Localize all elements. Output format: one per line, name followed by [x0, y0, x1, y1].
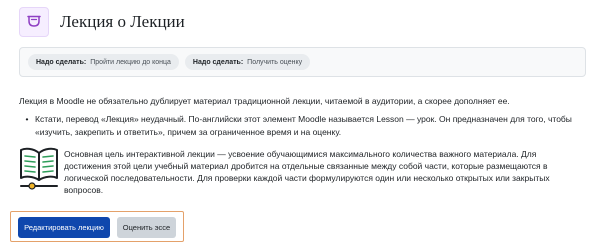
bullet-text: Кстати, перевод «Лекция» неудачный. По-а… — [35, 114, 572, 137]
intro-text: Лекция в Moodle не обязательно дублирует… — [19, 96, 510, 106]
completion-requirement: Получить оценку — [247, 58, 303, 66]
completion-label: Надо сделать: — [192, 58, 244, 66]
grade-essays-button[interactable]: Оценить эссе — [117, 217, 176, 238]
list-item: • Кстати, перевод «Лекция» неудачный. По… — [19, 113, 579, 138]
lesson-icon — [19, 7, 49, 37]
page-title: Лекция о Лекции — [60, 12, 185, 31]
completion-requirement: Пройти лекцию до конца — [90, 58, 171, 66]
completion-requirements: Надо сделать: Пройти лекцию до конца Над… — [19, 47, 586, 77]
bullet-list: • Кстати, перевод «Лекция» неудачный. По… — [19, 113, 579, 138]
lesson-description: Основная цель интерактивной лекции — усв… — [64, 149, 550, 195]
page-header: Лекция о Лекции — [19, 7, 185, 37]
bullet-dot: • — [25, 114, 29, 124]
open-book-icon — [19, 144, 59, 192]
completion-badge: Надо сделать: Получить оценку — [184, 54, 311, 70]
edit-lesson-button[interactable]: Редактировать лекцию — [18, 217, 110, 238]
completion-label: Надо сделать: — [36, 58, 87, 66]
completion-badge: Надо сделать: Пройти лекцию до конца — [28, 54, 179, 70]
lesson-actions: Редактировать лекцию Оценить эссе — [10, 211, 184, 242]
